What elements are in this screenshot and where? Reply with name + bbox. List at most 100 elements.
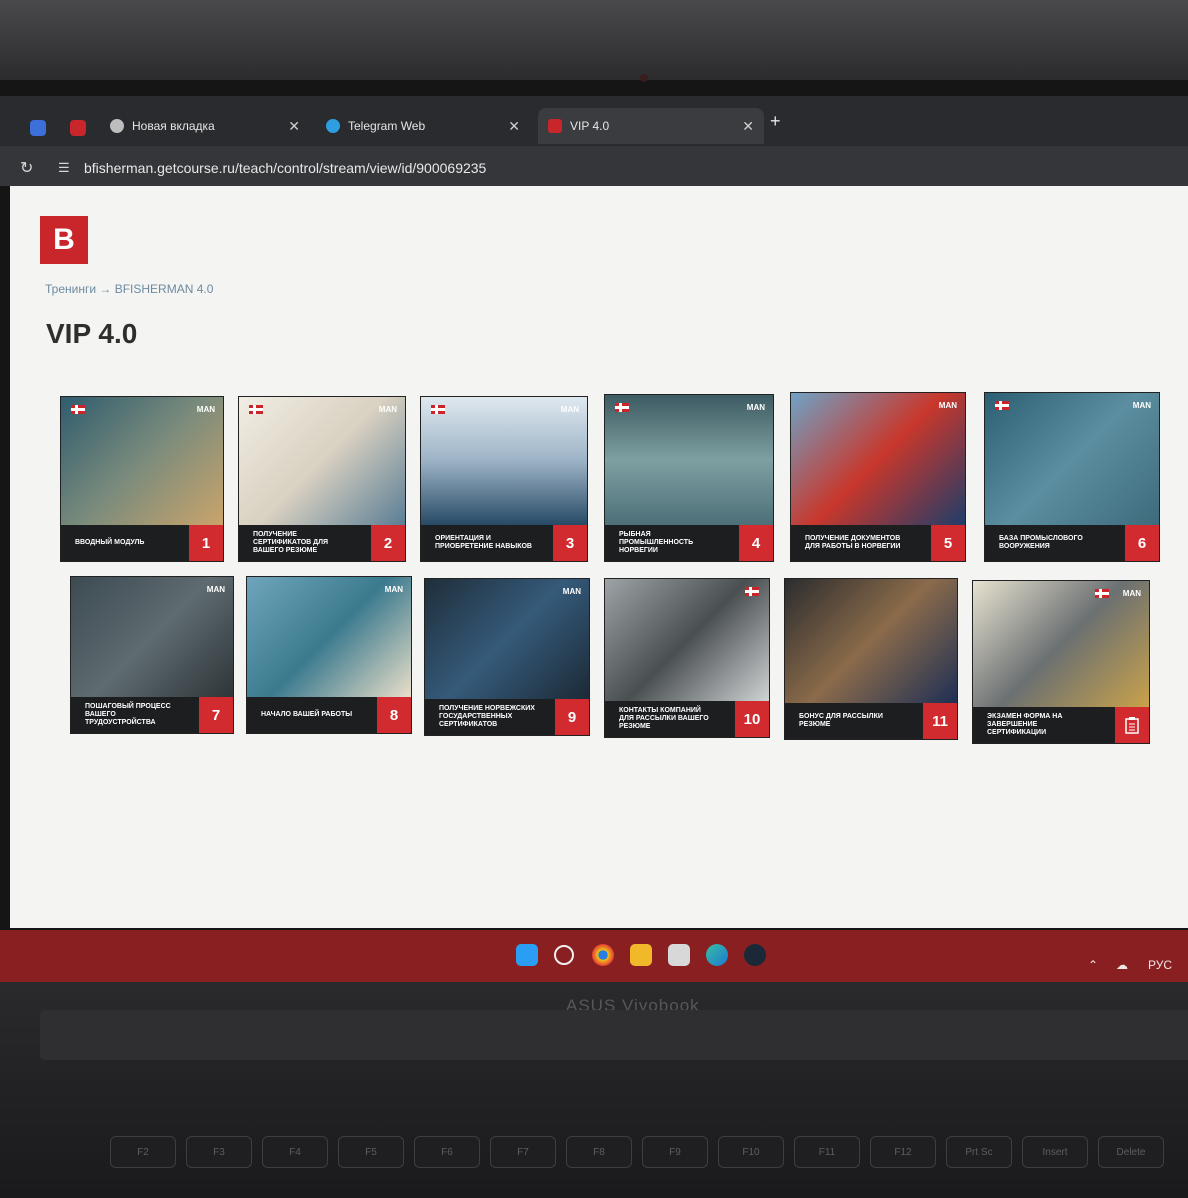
card-art: [247, 577, 411, 697]
lesson-card-11[interactable]: БОНУС ДЛЯ РАССЫЛКИ РЕЗЮМЕ 11: [784, 578, 958, 740]
close-icon[interactable]: ✕: [742, 118, 754, 135]
card-art: [239, 397, 405, 525]
card-art: [71, 577, 233, 697]
flag-icon: [431, 405, 445, 414]
flag-icon: [615, 403, 629, 412]
card-number: 6: [1125, 525, 1159, 561]
card-brand: MAN: [206, 585, 225, 594]
card-number: 2: [371, 525, 405, 561]
lesson-card-5[interactable]: MAN ПОЛУЧЕНИЕ ДОКУМЕНТОВ ДЛЯ РАБОТЫ В НО…: [790, 392, 966, 562]
new-tab-icon[interactable]: +: [770, 111, 781, 132]
card-art: [985, 393, 1159, 525]
tab-label: Новая вкладка: [132, 119, 215, 133]
edge-icon[interactable]: [706, 944, 728, 966]
lesson-card-4[interactable]: MAN РЫБНАЯ ПРОМЫШЛЕННОСТЬ НОРВЕГИИ 4: [604, 394, 774, 562]
telegram-icon: [326, 119, 340, 133]
key-f12: F12: [870, 1136, 936, 1168]
search-icon[interactable]: [554, 945, 574, 965]
close-icon[interactable]: ✕: [508, 118, 520, 135]
lesson-card-1[interactable]: MAN ВВОДНЫЙ МОДУЛЬ 1: [60, 396, 224, 562]
monitor-bezel: [0, 0, 1188, 80]
tab-vip[interactable]: VIP 4.0 ✕: [538, 108, 764, 144]
card-label: ПОЛУЧЕНИЕ ДОКУМЕНТОВ ДЛЯ РАБОТЫ В НОРВЕГ…: [805, 535, 901, 550]
key-f4: F4: [262, 1136, 328, 1168]
card-art: [605, 395, 773, 525]
chevron-up-icon[interactable]: ⌃: [1088, 958, 1098, 972]
language-indicator[interactable]: РУС: [1148, 958, 1172, 972]
card-brand: MAN: [1122, 589, 1141, 598]
card-brand: MAN: [1132, 401, 1151, 410]
card-brand: MAN: [560, 405, 579, 414]
flag-icon: [1095, 589, 1109, 598]
flag-icon: [249, 405, 263, 414]
key-f5: F5: [338, 1136, 404, 1168]
lesson-card-8[interactable]: MAN НАЧАЛО ВАШЕЙ РАБОТЫ 8: [246, 576, 412, 734]
bfisherman-favicon-icon: [548, 119, 562, 133]
key-f11: F11: [794, 1136, 860, 1168]
card-brand: MAN: [562, 587, 581, 596]
tab-label: Telegram Web: [348, 119, 426, 133]
pinned-tab-b-icon[interactable]: [70, 120, 86, 136]
flag-icon: [71, 405, 85, 414]
card-label: ПОЛУЧЕНИЕ НОРВЕЖСКИХ ГОСУДАРСТВЕННЫХ СЕР…: [439, 705, 535, 728]
card-label: БАЗА ПРОМЫСЛОВОГО ВООРУЖЕНИЯ: [999, 535, 1083, 550]
steam-icon[interactable]: [744, 944, 766, 966]
reload-icon[interactable]: ↻: [20, 158, 33, 178]
card-label: НАЧАЛО ВАШЕЙ РАБОТЫ: [261, 711, 353, 718]
lesson-card-9[interactable]: MAN ПОЛУЧЕНИЕ НОРВЕЖСКИХ ГОСУДАРСТВЕННЫХ…: [424, 578, 590, 736]
cloud-icon[interactable]: ☁: [1116, 958, 1128, 972]
site-settings-icon[interactable]: ☰: [58, 160, 70, 176]
clipboard-icon: [1115, 707, 1149, 743]
card-brand: MAN: [938, 401, 957, 410]
webcam: [640, 74, 648, 82]
lesson-card-2[interactable]: MAN ПОЛУЧЕНИЕ СЕРТИФИКАТОВ ДЛЯ ВАШЕГО РЕ…: [238, 396, 406, 562]
card-number: 7: [199, 697, 233, 733]
card-number: 4: [739, 525, 773, 561]
card-brand: MAN: [384, 585, 403, 594]
card-art: [605, 579, 769, 701]
card-number: 9: [555, 699, 589, 735]
chrome-icon: [110, 119, 124, 133]
card-number: 10: [735, 701, 769, 737]
file-explorer-icon[interactable]: [630, 944, 652, 966]
windows-start-icon[interactable]: [516, 944, 538, 966]
lesson-card-12[interactable]: MAN ЭКЗАМЕН ФОРМА НА ЗАВЕРШЕНИЕ СЕРТИФИК…: [972, 580, 1150, 744]
lesson-card-7[interactable]: MAN ПОШАГОВЫЙ ПРОЦЕСС ВАШЕГО ТРУДОУСТРОЙ…: [70, 576, 234, 734]
site-logo[interactable]: B: [40, 216, 88, 264]
tab-telegram[interactable]: Telegram Web ✕: [322, 108, 530, 144]
flag-icon: [745, 587, 759, 596]
card-number: 11: [923, 703, 957, 739]
card-number: 5: [931, 525, 965, 561]
card-brand: MAN: [378, 405, 397, 414]
lesson-card-10[interactable]: КОНТАКТЫ КОМПАНИЙ ДЛЯ РАССЫЛКИ ВАШЕГО РЕ…: [604, 578, 770, 738]
key-delete: Delete: [1098, 1136, 1164, 1168]
card-label: БОНУС ДЛЯ РАССЫЛКИ РЕЗЮМЕ: [799, 713, 883, 728]
card-label: РЫБНАЯ ПРОМЫШЛЕННОСТЬ НОРВЕГИИ: [619, 531, 694, 554]
card-number: 3: [553, 525, 587, 561]
card-label: ВВОДНЫЙ МОДУЛЬ: [75, 539, 145, 546]
card-number: 1: [189, 525, 223, 561]
key-f7: F7: [490, 1136, 556, 1168]
close-icon[interactable]: ✕: [288, 118, 300, 135]
card-brand: MAN: [196, 405, 215, 414]
breadcrumb[interactable]: Тренинги → BFISHERMAN 4.0: [45, 282, 213, 296]
card-label: КОНТАКТЫ КОМПАНИЙ ДЛЯ РАССЫЛКИ ВАШЕГО РЕ…: [619, 707, 709, 730]
key-f9: F9: [642, 1136, 708, 1168]
lesson-card-3[interactable]: MAN ОРИЕНТАЦИЯ И ПРИОБРЕТЕНИЕ НАВЫКОВ 3: [420, 396, 588, 562]
card-label: ПОЛУЧЕНИЕ СЕРТИФИКАТОВ ДЛЯ ВАШЕГО РЕЗЮМЕ: [253, 531, 329, 554]
tab-new-tab[interactable]: Новая вкладка ✕: [106, 108, 310, 144]
lesson-card-6[interactable]: MAN БАЗА ПРОМЫСЛОВОГО ВООРУЖЕНИЯ 6: [984, 392, 1160, 562]
store-icon[interactable]: [668, 944, 690, 966]
key-f10: F10: [718, 1136, 784, 1168]
url-field[interactable]: bfisherman.getcourse.ru/teach/control/st…: [84, 160, 486, 176]
pinned-tab-icon[interactable]: [30, 120, 46, 136]
chrome-icon[interactable]: [592, 944, 614, 966]
key-insert: Insert: [1022, 1136, 1088, 1168]
card-brand: MAN: [746, 403, 765, 412]
key-f2: F2: [110, 1136, 176, 1168]
card-label: ОРИЕНТАЦИЯ И ПРИОБРЕТЕНИЕ НАВЫКОВ: [435, 535, 532, 550]
page-title: VIP 4.0: [46, 318, 138, 349]
card-art: [973, 581, 1149, 707]
key-f6: F6: [414, 1136, 480, 1168]
card-number: 8: [377, 697, 411, 733]
